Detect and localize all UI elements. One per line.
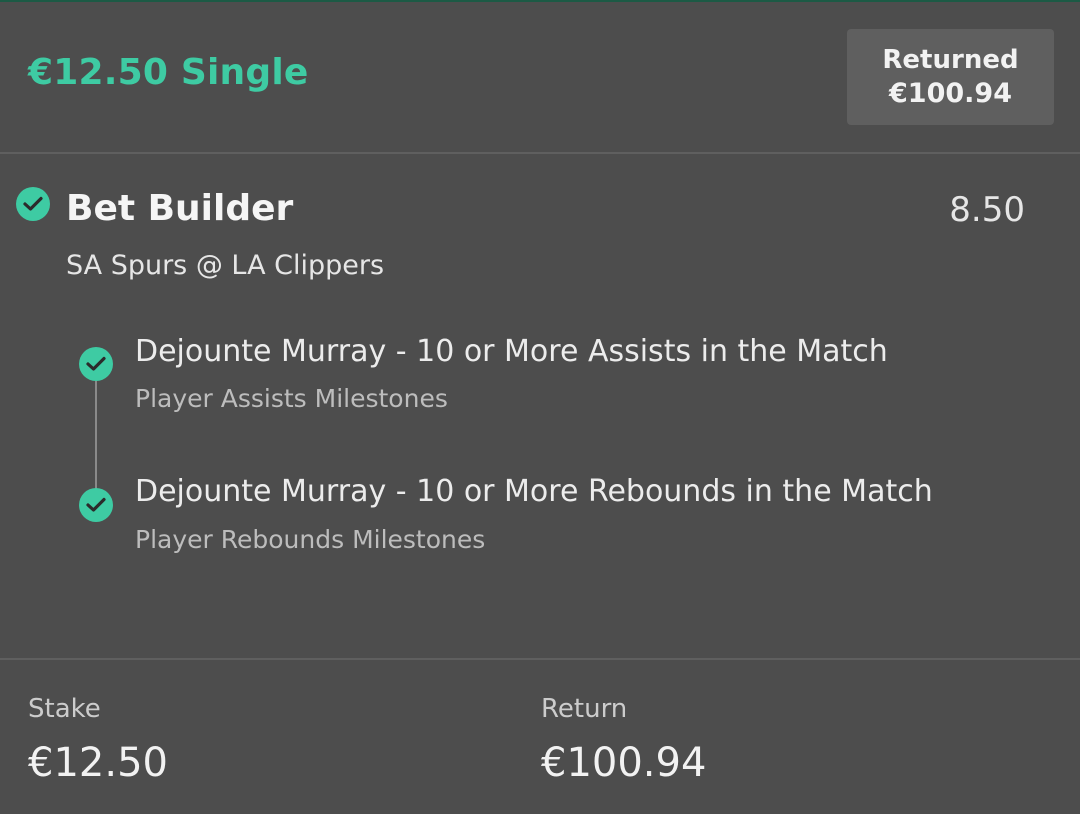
return-value: €100.94 <box>541 740 707 786</box>
bet-header: €12.50 Single Returned €100.94 <box>0 2 1080 154</box>
returned-label: Returned <box>882 45 1019 75</box>
bet-footer: Stake €12.50 Return €100.94 <box>0 658 1080 814</box>
market-odds: 8.50 <box>949 190 1025 230</box>
check-circle-icon <box>79 488 113 522</box>
bet-title: €12.50 Single <box>28 52 309 93</box>
leg-selection: Dejounte Murray - 10 or More Assists in … <box>135 334 888 369</box>
market-name: Bet Builder <box>66 188 294 229</box>
returned-value: €100.94 <box>889 78 1012 109</box>
check-circle-icon <box>79 347 113 381</box>
legs-connector <box>95 372 97 490</box>
leg-market: Player Assists Milestones <box>135 384 448 413</box>
check-circle-icon <box>16 187 50 221</box>
leg-market: Player Rebounds Milestones <box>135 525 486 554</box>
event-name: SA Spurs @ LA Clippers <box>66 250 385 281</box>
stake-label: Stake <box>28 694 101 724</box>
leg-selection: Dejounte Murray - 10 or More Rebounds in… <box>135 474 933 509</box>
return-label: Return <box>541 694 628 724</box>
returned-badge: Returned €100.94 <box>847 29 1054 125</box>
stake-value: €12.50 <box>28 740 168 786</box>
